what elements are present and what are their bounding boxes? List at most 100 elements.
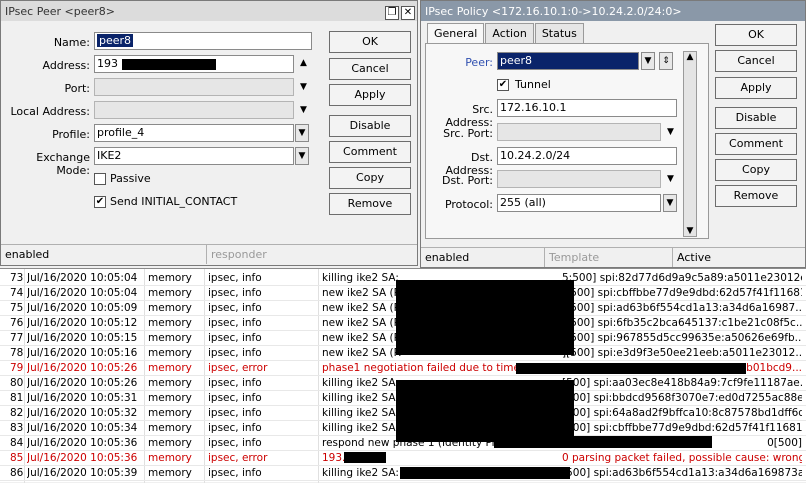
log-table[interactable]: 73 Jul/16/2020 10:05:04 memory ipsec, info k…	[0, 268, 806, 483]
peer-window-title: IPsec Peer <peer8>	[5, 4, 115, 18]
name-field[interactable]: peer8	[94, 32, 312, 50]
exchange-mode-label: Exchange Mode:	[36, 151, 90, 177]
address-value: 193	[97, 57, 118, 70]
log-row-buffer: memory	[148, 302, 192, 314]
log-row-buffer: memory	[148, 377, 192, 389]
redaction-block	[494, 436, 712, 448]
log-row-time: Jul/16/2020 10:05:09	[27, 302, 138, 314]
local-address-dropdown-icon[interactable]: ▼	[300, 105, 307, 115]
ipsec-peer-window: IPsec Peer <peer8> ❐ ✕ Name: peer8 Addre…	[0, 0, 418, 266]
dst-address-field[interactable]: 10.24.2.0/24	[497, 147, 677, 165]
log-row-message-tail: ][500] spi:e3d9f3e50ee21eeb:a5011e23012.…	[562, 347, 802, 359]
peer-status-responder: responder	[211, 248, 267, 261]
tab-action[interactable]: Action	[485, 23, 534, 43]
peer-titlebar[interactable]: IPsec Peer <peer8>	[1, 1, 417, 21]
log-row-buffer: memory	[148, 437, 192, 449]
log-row-topics: ipsec, info	[208, 422, 262, 434]
src-address-label: Src. Address:	[445, 103, 493, 129]
dst-address-value: 10.24.2.0/24	[500, 149, 571, 162]
tab-general[interactable]: General	[427, 23, 485, 43]
peer-close-button[interactable]: ✕	[401, 6, 415, 20]
address-up-arrow-icon[interactable]: ▲	[300, 58, 307, 68]
src-port-dropdown-icon[interactable]: ▼	[667, 127, 674, 137]
log-row-buffer: memory	[148, 392, 192, 404]
src-address-field[interactable]: 172.16.10.1	[497, 99, 677, 117]
log-row-topics: ipsec, info	[208, 332, 262, 344]
table-row[interactable]: 85 Jul/16/2020 10:05:36 memory ipsec, error…	[0, 451, 806, 466]
profile-value: profile_4	[97, 126, 145, 139]
tunnel-checkbox[interactable]: ✔	[497, 79, 509, 91]
name-label: Name:	[53, 36, 90, 49]
policy-copy-button[interactable]: Copy	[715, 159, 797, 181]
log-row-time: Jul/16/2020 10:05:26	[27, 362, 138, 374]
passive-checkbox[interactable]	[94, 173, 106, 185]
row-divider	[0, 480, 806, 481]
policy-status-bar: enabled Template Active	[421, 247, 805, 267]
port-field[interactable]	[94, 78, 294, 96]
policy-status-active: Active	[677, 251, 712, 264]
log-row-buffer: memory	[148, 272, 192, 284]
scroll-up-icon[interactable]: ▲	[684, 52, 696, 62]
policy-status-enabled: enabled	[421, 248, 545, 267]
port-label: Port:	[64, 82, 90, 95]
policy-scrollbar[interactable]: ▲ ▼	[683, 51, 697, 237]
dst-port-field[interactable]	[497, 170, 661, 188]
peer-restore-button[interactable]: ❐	[385, 6, 399, 20]
peer-disable-button[interactable]: Disable	[329, 115, 411, 137]
log-row-time: Jul/16/2020 10:05:31	[27, 392, 138, 404]
log-row-time: Jul/16/2020 10:05:39	[27, 467, 138, 479]
log-row-buffer: memory	[148, 287, 192, 299]
send-initial-contact-label: Send INITIAL_CONTACT	[110, 195, 238, 208]
profile-select[interactable]: profile_4	[94, 124, 294, 142]
peer-select-updown-icon[interactable]: ⇕	[659, 52, 673, 70]
log-row-message-tail: 5:500] spi:82d77d6d9a9c5a89:a5011e23012e…	[562, 272, 802, 284]
policy-titlebar[interactable]: IPsec Policy <172.16.10.1:0->10.24.2.0/2…	[421, 1, 805, 21]
scroll-down-icon[interactable]: ▼	[684, 226, 696, 236]
address-field[interactable]: 193	[94, 55, 294, 73]
policy-remove-button[interactable]: Remove	[715, 185, 797, 207]
dst-port-dropdown-icon[interactable]: ▼	[667, 174, 674, 184]
src-address-value: 172.16.10.1	[500, 101, 567, 114]
tunnel-label: Tunnel	[515, 78, 551, 91]
peer-ok-button[interactable]: OK	[329, 31, 411, 53]
log-row-buffer: memory	[148, 347, 192, 359]
protocol-select[interactable]: 255 (all)	[497, 194, 661, 212]
peer-apply-button[interactable]: Apply	[329, 84, 411, 106]
peer-status-bar: enabled responder	[1, 244, 417, 264]
exchange-mode-select[interactable]: IKE2	[94, 147, 294, 165]
peer-cancel-button[interactable]: Cancel	[329, 58, 411, 80]
src-port-field[interactable]	[497, 123, 661, 141]
tab-status[interactable]: Status	[534, 23, 584, 43]
log-row-buffer: memory	[148, 422, 192, 434]
policy-apply-button[interactable]: Apply	[715, 77, 797, 99]
log-row-time: Jul/16/2020 10:05:34	[27, 422, 138, 434]
profile-dropdown-icon[interactable]: ▼	[295, 124, 309, 142]
exchange-mode-dropdown-icon[interactable]: ▼	[295, 147, 309, 165]
log-row-message-tail: [500] spi:bbdcd9568f3070e7:ed0d7255ac88e…	[562, 392, 802, 404]
log-row-message-tail: [500] spi:cbffbbe77d9e9dbd:62d57f41f1168…	[562, 422, 802, 434]
peer-select-dropdown-icon[interactable]: ▼	[641, 52, 655, 70]
name-value: peer8	[97, 34, 134, 47]
dst-port-label: Dst. Port:	[441, 174, 493, 187]
local-address-field[interactable]	[94, 101, 294, 119]
peer-copy-button[interactable]: Copy	[329, 167, 411, 189]
policy-cancel-button[interactable]: Cancel	[715, 50, 797, 72]
log-row-topics: ipsec, info	[208, 347, 262, 359]
send-initial-contact-checkbox[interactable]: ✔	[94, 196, 106, 208]
ipsec-policy-window: IPsec Policy <172.16.10.1:0->10.24.2.0/2…	[420, 0, 806, 268]
policy-comment-button[interactable]: Comment	[715, 133, 797, 155]
policy-disable-button[interactable]: Disable	[715, 107, 797, 129]
log-row-buffer: memory	[148, 452, 192, 464]
peer-select[interactable]: peer8	[497, 52, 639, 70]
log-row-topics: ipsec, info	[208, 377, 262, 389]
peer-select-value: peer8	[500, 54, 533, 67]
port-dropdown-icon[interactable]: ▼	[300, 82, 307, 92]
log-row-topics: ipsec, info	[208, 392, 262, 404]
policy-ok-button[interactable]: OK	[715, 24, 797, 46]
peer-comment-button[interactable]: Comment	[329, 141, 411, 163]
peer-remove-button[interactable]: Remove	[329, 193, 411, 215]
log-row-buffer: memory	[148, 407, 192, 419]
protocol-dropdown-icon[interactable]: ▼	[663, 194, 677, 212]
policy-tabs: General Action Status	[427, 23, 585, 43]
log-row-message-tail: [500] spi:ad63b6f554cd1a13:a34d6a169873a…	[562, 467, 802, 479]
